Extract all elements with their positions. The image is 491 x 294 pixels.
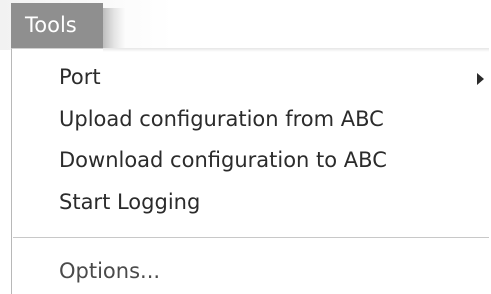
menu-item-options[interactable]: Options...	[59, 255, 479, 287]
tools-dropdown-menu: Port Upload configuration from ABC Downl…	[11, 48, 489, 294]
menu-separator	[13, 237, 489, 238]
menu-item-download-configuration[interactable]: Download configuration to ABC	[59, 144, 479, 176]
dropdown-top-shadow	[103, 48, 489, 52]
menu-item-upload-configuration[interactable]: Upload configuration from ABC	[59, 103, 479, 135]
submenu-arrow-icon	[477, 73, 484, 85]
tools-menu-header[interactable]: Tools	[11, 3, 103, 48]
menu-item-port-label: Port	[59, 65, 101, 89]
menu-item-port[interactable]: Port	[59, 61, 484, 93]
menu-header-shadow	[103, 8, 125, 50]
app-window: Tools Port Upload configuration from ABC…	[0, 0, 491, 294]
menu-item-start-logging[interactable]: Start Logging	[59, 186, 479, 218]
